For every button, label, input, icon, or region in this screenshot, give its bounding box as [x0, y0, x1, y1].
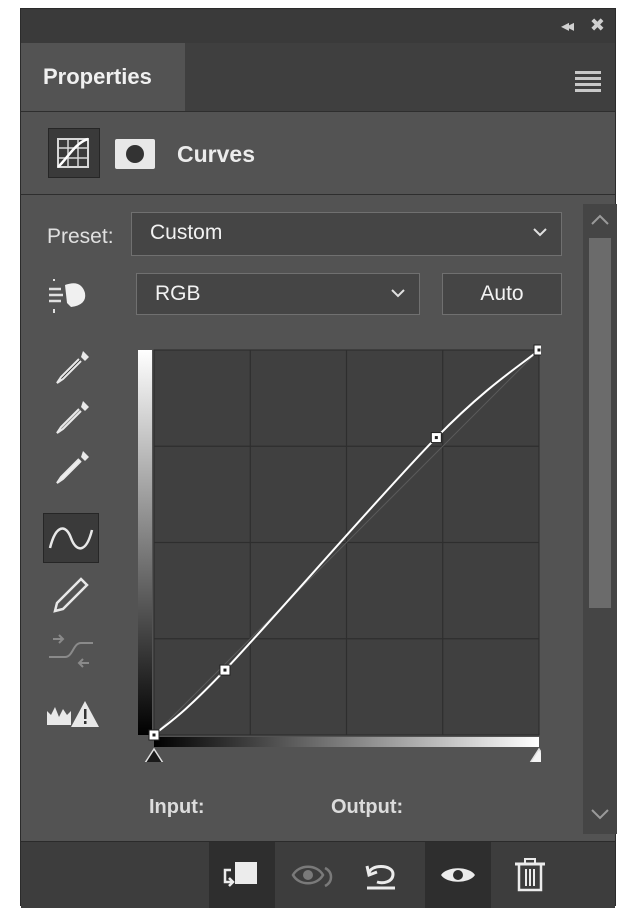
curve-control-point-center — [434, 436, 438, 440]
scrollbar[interactable] — [583, 204, 617, 834]
tab-bar: Properties — [21, 43, 615, 112]
clip-to-layer-icon[interactable] — [209, 842, 275, 908]
input-gradient-bar — [154, 737, 539, 747]
reset-icon[interactable] — [349, 842, 415, 908]
chevron-down-icon — [533, 228, 547, 237]
on-image-adjust-icon[interactable] — [43, 275, 99, 325]
output-gradient-bar — [138, 350, 152, 735]
footer-toolbar — [21, 841, 615, 908]
panel-titlebar: ◂◂ ✖ — [21, 9, 615, 43]
input-label: Input: — [149, 796, 205, 818]
curve-control-point-center — [537, 348, 541, 352]
pencil-draw-icon[interactable] — [43, 571, 99, 621]
scroll-down-icon[interactable] — [583, 800, 617, 826]
auto-button[interactable]: Auto — [442, 273, 562, 315]
curve-chart[interactable] — [136, 342, 549, 768]
double-chevron-left-icon[interactable]: ◂◂ — [561, 16, 574, 36]
white-point-eyedropper-icon[interactable] — [43, 445, 99, 495]
chevron-down-icon — [391, 289, 405, 298]
black-point-slider — [144, 747, 164, 768]
visibility-eye-icon[interactable] — [425, 842, 491, 908]
output-label: Output: — [331, 796, 404, 818]
smooth-curve-icon[interactable] — [43, 627, 99, 677]
preset-label: Preset: — [47, 225, 114, 248]
tab-properties[interactable]: Properties — [21, 43, 185, 111]
view-previous-state-icon[interactable] — [279, 842, 345, 908]
clipping-warning-icon[interactable] — [43, 695, 99, 745]
adjustment-title: Curves — [177, 141, 255, 167]
curves-graph[interactable] — [136, 342, 549, 768]
black-point-eyedropper-icon[interactable] — [43, 345, 99, 395]
curve-control-point-center — [223, 668, 227, 672]
channel-dropdown[interactable]: RGB — [136, 273, 420, 315]
adjustment-header: Curves — [21, 112, 615, 195]
preset-value: Custom — [150, 221, 223, 244]
curves-adjustment-button[interactable] — [48, 128, 100, 178]
close-icon[interactable]: ✖ — [590, 15, 605, 36]
curves-grid-icon — [57, 137, 89, 168]
curve-control-point-center — [152, 733, 156, 737]
gray-point-eyedropper-icon[interactable] — [43, 395, 99, 445]
scroll-up-icon[interactable] — [583, 208, 617, 234]
channel-value: RGB — [155, 282, 201, 305]
trash-icon[interactable] — [497, 842, 563, 908]
curve-point-tool-icon[interactable] — [43, 513, 99, 563]
white-point-slider — [529, 747, 549, 768]
preset-dropdown[interactable]: Custom — [131, 212, 562, 256]
layer-mask-icon[interactable] — [115, 139, 155, 169]
properties-panel: ◂◂ ✖ Properties Curves Preset: Custom RG… — [20, 8, 617, 908]
hamburger-menu-icon[interactable] — [575, 71, 601, 95]
scroll-thumb[interactable] — [589, 238, 611, 608]
